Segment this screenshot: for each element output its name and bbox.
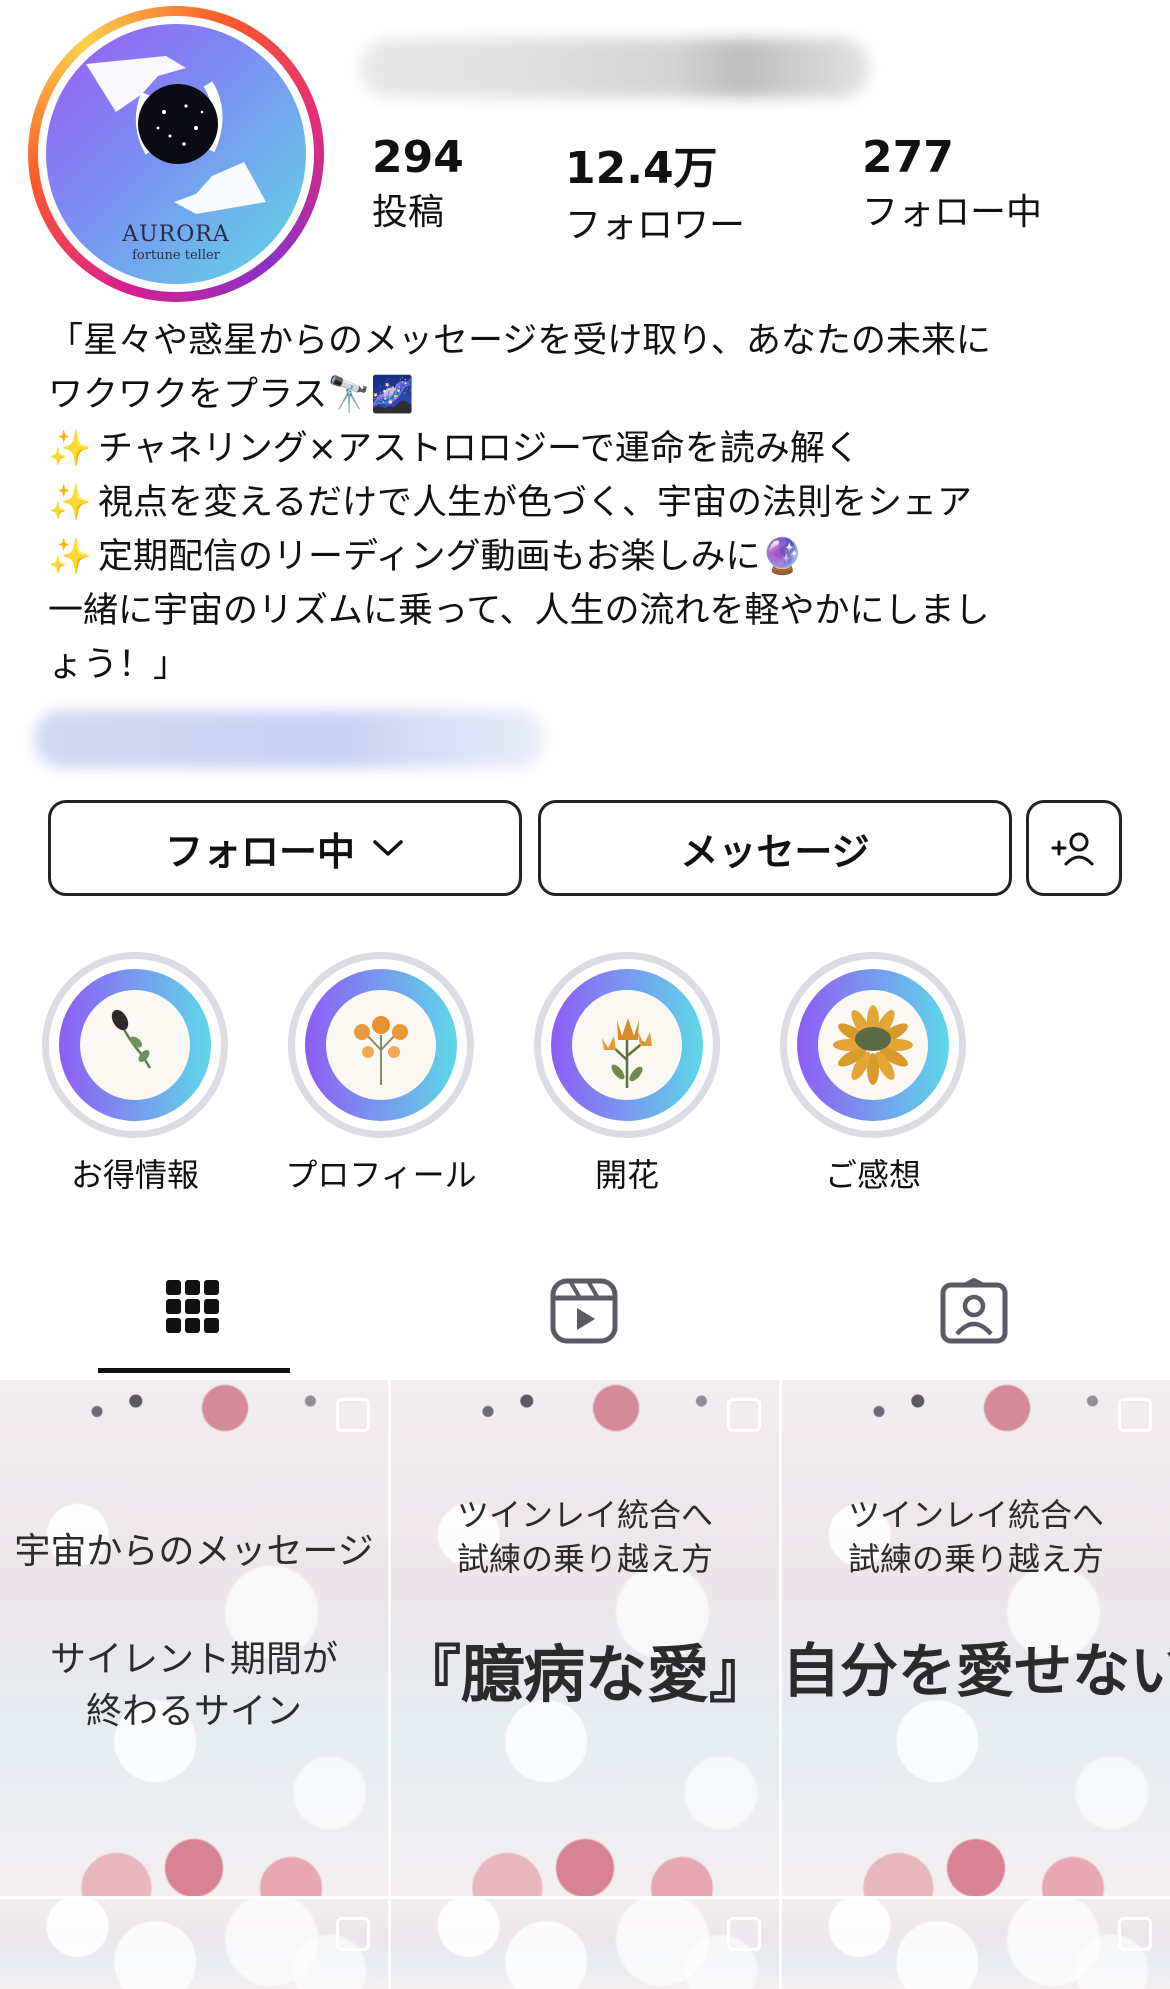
avatar-border: AURORA fortune teller	[38, 16, 314, 292]
avatar-image: AURORA fortune teller	[46, 24, 306, 284]
post-subtitle: 試練の乗り越え方	[456, 1540, 713, 1578]
following-button-label: フォロー中	[164, 829, 355, 874]
post-main-line: 終わるサイン	[85, 1691, 302, 1732]
post-title: 宇宙からのメッセージ	[14, 1531, 374, 1572]
grid-icon	[166, 1280, 219, 1333]
sparkles-icon: ✨	[48, 429, 92, 469]
post-subtitle: 試練の乗り越え方	[847, 1540, 1104, 1578]
reels-icon	[550, 1278, 618, 1344]
highlight-ring	[780, 952, 966, 1138]
post-tile[interactable]: ツインレイ統合へ 試練の乗り越え方 『臆病な愛』	[391, 1380, 779, 1896]
tagged-icon	[940, 1277, 1008, 1344]
tab-reels[interactable]	[550, 1278, 618, 1348]
daisy-icon	[833, 1005, 913, 1085]
sparkles-icon: ✨	[48, 483, 92, 523]
username-blurred	[360, 38, 870, 98]
stat-followers[interactable]: 12.4万 フォロワー	[565, 132, 745, 248]
stat-following[interactable]: 277 フォロー中	[862, 132, 1042, 235]
bio-line: 一緒に宇宙のリズムに乗って、人生の流れを軽やかにしまし	[48, 591, 990, 631]
tab-grid[interactable]	[164, 1278, 222, 1340]
bio-line-text: 視点を変えるだけで人生が色づく、宇宙の法則をシェア	[98, 483, 972, 523]
sparkles-icon: ✨	[48, 537, 92, 577]
highlight-label: 開花	[594, 1156, 659, 1194]
stat-posts-value: 294	[372, 132, 464, 183]
active-tab-indicator	[98, 1368, 290, 1373]
bio-line-text: 定期配信のリーディング動画もお楽しみに🔮	[98, 537, 805, 577]
stat-posts-label: 投稿	[372, 192, 445, 233]
stat-followers-value: 12.4万	[565, 143, 718, 194]
tab-tagged[interactable]	[940, 1277, 1008, 1348]
bio: 「星々や惑星からのメッセージを受け取り、あなたの未来に ワクワクをプラス🔭🌌 ✨…	[48, 314, 1138, 692]
highlight-item[interactable]: 開花	[534, 952, 747, 1196]
suggest-user-button[interactable]	[1026, 800, 1122, 896]
stat-followers-label: フォロワー	[565, 205, 746, 246]
bio-link-blurred[interactable]	[34, 710, 544, 768]
highlight-ring	[42, 952, 228, 1138]
highlight-item[interactable]: プロフィール	[285, 952, 501, 1196]
highlight-item[interactable]: お得情報	[42, 952, 255, 1196]
post-main-line: サイレント期間が	[49, 1639, 338, 1680]
post-tile[interactable]	[0, 1899, 388, 1989]
bio-line-text: チャネリング×アストロロジーで運命を読み解く	[98, 429, 860, 469]
post-tile[interactable]	[391, 1899, 779, 1989]
add-user-icon	[1051, 832, 1094, 866]
carousel-icon	[727, 1917, 761, 1951]
chevron-down-icon	[373, 840, 403, 856]
bio-line: ✨ 視点を変えるだけで人生が色づく、宇宙の法則をシェア	[48, 476, 1138, 530]
following-button[interactable]: フォロー中	[48, 800, 522, 896]
carousel-icon	[1118, 1398, 1152, 1432]
bio-line: ✨ 定期配信のリーディング動画もお楽しみに🔮	[48, 530, 1138, 584]
orange-flowers-icon	[354, 1016, 408, 1085]
highlight-ring	[534, 952, 720, 1138]
bloom-flowers-icon	[602, 1018, 652, 1088]
post-tile[interactable]: 宇宙からのメッセージ サイレント期間が 終わるサイン	[0, 1380, 388, 1896]
highlight-label: プロフィール	[285, 1156, 477, 1194]
stat-following-value: 277	[862, 132, 954, 183]
highlight-item[interactable]: ご感想	[780, 952, 993, 1196]
highlight-label: ご感想	[824, 1156, 921, 1194]
message-button[interactable]: メッセージ	[538, 800, 1012, 896]
carousel-icon	[727, 1398, 761, 1432]
flower-bud-icon	[111, 1009, 152, 1069]
post-main-title: 『臆病な愛』	[398, 1638, 771, 1711]
carousel-icon	[336, 1917, 370, 1951]
post-subtitle: ツインレイ統合へ	[456, 1496, 713, 1534]
highlight-ring	[288, 952, 474, 1138]
post-tile[interactable]	[782, 1899, 1170, 1989]
bio-line: 「星々や惑星からのメッセージを受け取り、あなたの未来に	[48, 321, 991, 361]
avatar-brand-sub: fortune teller	[132, 248, 220, 263]
bio-line: ワクワクをプラス🔭🌌	[48, 375, 415, 415]
carousel-icon	[1118, 1917, 1152, 1951]
stat-posts[interactable]: 294 投稿	[372, 132, 464, 235]
post-main-title: 自分を愛せない	[782, 1637, 1170, 1705]
stat-following-label: フォロー中	[862, 192, 1043, 233]
bio-line: ょう！」	[48, 645, 189, 685]
post-tile[interactable]: ツインレイ統合へ 試練の乗り越え方 自分を愛せない	[782, 1380, 1170, 1896]
avatar[interactable]: AURORA fortune teller	[28, 6, 324, 302]
carousel-icon	[336, 1398, 370, 1432]
post-subtitle: ツインレイ統合へ	[847, 1496, 1104, 1534]
bio-line: ✨ チャネリング×アストロロジーで運命を読み解く	[48, 422, 1138, 476]
highlight-label: お得情報	[70, 1156, 199, 1194]
avatar-brand-name: AURORA	[122, 222, 230, 247]
message-button-label: メッセージ	[680, 829, 870, 874]
